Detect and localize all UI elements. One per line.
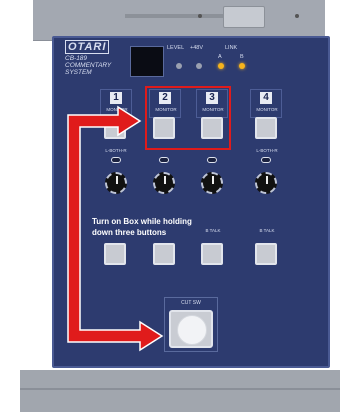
instruction-line-2: down three buttons <box>92 228 167 237</box>
arrows-overlay <box>67 105 164 352</box>
instruction-text: Turn on Box while holding down three but… <box>92 216 192 238</box>
instruction-line-1: Turn on Box while holding <box>92 217 192 226</box>
